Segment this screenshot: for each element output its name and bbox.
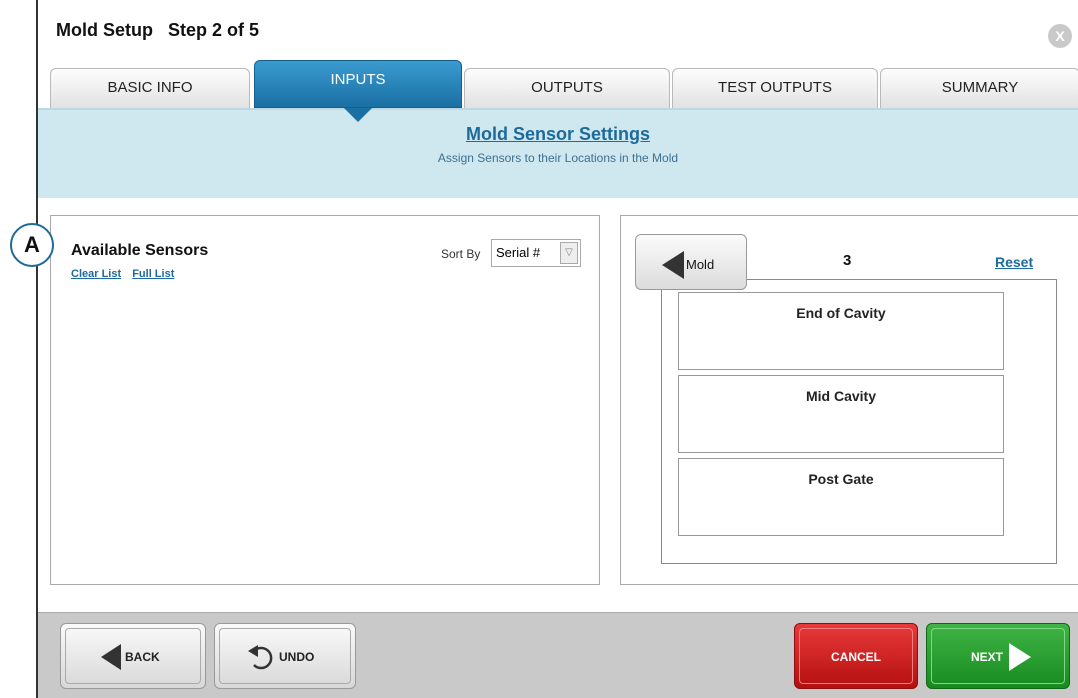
tab-label: BASIC INFO: [107, 79, 193, 96]
dropdown-arrow-icon[interactable]: ▽: [560, 242, 578, 264]
mold-layout-panel: End of Cavity Mid Cavity Post Gate Mold …: [620, 215, 1078, 585]
step-tabs: BASIC INFO INPUTS OUTPUTS TEST OUTPUTS S…: [38, 60, 1078, 108]
tab-outputs[interactable]: OUTPUTS: [464, 68, 670, 108]
section-banner: Mold Sensor Settings Assign Sensors to t…: [38, 108, 1078, 198]
clear-list-link[interactable]: Clear List: [71, 268, 121, 280]
mold-back-button[interactable]: Mold: [635, 234, 747, 290]
location-label: Mid Cavity: [805, 388, 876, 404]
available-sensors-panel: Available Sensors Clear List Full List S…: [50, 215, 600, 585]
sort-by-select[interactable]: Serial # ▽: [491, 239, 581, 267]
mold-locations-area: End of Cavity Mid Cavity Post Gate: [661, 279, 1057, 564]
reset-link[interactable]: Reset: [995, 254, 1033, 270]
mold-setup-window: Mold Setup Step 2 of 5 X BASIC INFO INPU…: [36, 0, 1078, 698]
undo-icon: [248, 645, 273, 670]
callout-marker: A: [10, 223, 54, 267]
tab-label: OUTPUTS: [531, 79, 603, 96]
active-tab-pointer: [344, 108, 372, 122]
back-button-label: BACK: [125, 650, 160, 664]
undo-button[interactable]: UNDO: [214, 623, 356, 689]
close-icon: X: [1055, 28, 1065, 44]
next-button-label: NEXT: [971, 650, 1004, 664]
sensor-list-links: Clear List Full List: [71, 268, 182, 280]
available-sensors-title: Available Sensors: [71, 242, 209, 259]
location-slot-mid-cavity[interactable]: Mid Cavity: [678, 375, 1004, 453]
banner-subtitle: Assign Sensors to their Locations in the…: [437, 151, 679, 165]
sort-by-label: Sort By: [441, 247, 481, 261]
tab-label: SUMMARY: [941, 79, 1019, 96]
undo-button-label: UNDO: [279, 650, 315, 664]
sort-by-value: Serial #: [496, 245, 541, 260]
tab-basic-info[interactable]: BASIC INFO: [50, 68, 250, 108]
title-bar: Mold Setup Step 2 of 5 X: [38, 0, 1078, 60]
full-list-link[interactable]: Full List: [132, 268, 174, 280]
cancel-button-label: CANCEL: [831, 650, 881, 664]
next-button[interactable]: NEXT: [926, 623, 1070, 689]
mold-location-count: 3: [843, 252, 852, 269]
banner-title-link[interactable]: Mold Sensor Settings: [38, 124, 1078, 145]
location-slot-post-gate[interactable]: Post Gate: [678, 458, 1004, 536]
cancel-button[interactable]: CANCEL: [794, 623, 918, 689]
tab-summary[interactable]: SUMMARY: [880, 68, 1078, 108]
tab-label: INPUTS: [330, 71, 386, 88]
window-title: Mold Setup Step 2 of 5: [56, 20, 260, 40]
tab-inputs[interactable]: INPUTS: [254, 60, 462, 108]
location-slot-end-of-cavity[interactable]: End of Cavity: [678, 292, 1004, 370]
tab-test-outputs[interactable]: TEST OUTPUTS: [672, 68, 878, 108]
mold-button-label: Mold: [686, 257, 715, 272]
left-arrow-icon: [662, 251, 684, 279]
bottom-toolbar: BACK UNDO CANCEL NEXT: [38, 612, 1078, 698]
location-label: End of Cavity: [796, 305, 886, 321]
location-label: Post Gate: [808, 471, 874, 487]
close-button[interactable]: X: [1048, 24, 1072, 48]
back-arrow-icon: [101, 644, 121, 670]
tab-label: TEST OUTPUTS: [718, 79, 832, 96]
next-arrow-icon: [1009, 643, 1031, 671]
back-button[interactable]: BACK: [60, 623, 206, 689]
